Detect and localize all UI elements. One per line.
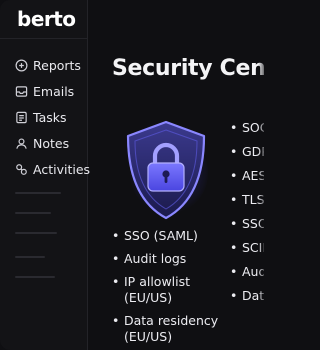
sidebar-item-label: Notes [33, 135, 70, 151]
sidebar: berto Reports Emails Tasks Notes Activit… [0, 0, 90, 350]
mail-icon [14, 84, 28, 98]
user-icon [14, 136, 28, 150]
sidebar-item-reports[interactable]: Reports [14, 52, 90, 78]
sidebar-nav: Reports Emails Tasks Notes Activities [14, 52, 90, 182]
list-item: SSO (SAML) [112, 228, 224, 244]
sidebar-item-tasks[interactable]: Tasks [14, 104, 90, 130]
access-features-list: SSO (SAML) Audit logs IP allowlist (EU/U… [112, 228, 224, 350]
app-window: berto Reports Emails Tasks Notes Activit… [0, 0, 264, 350]
sidebar-item-notes[interactable]: Notes [14, 130, 90, 156]
edge-fade [258, 0, 264, 350]
skeleton-line [15, 212, 51, 214]
sidebar-item-label: Activities [33, 161, 91, 177]
activities-icon [14, 162, 28, 176]
list-item: Data residency (EU/US) [112, 313, 224, 345]
sidebar-divider [0, 38, 88, 39]
main-content: Security Center [88, 0, 264, 350]
list-item: IP allowlist (EU/US) [112, 274, 224, 306]
sidebar-item-label: Emails [33, 83, 75, 99]
sidebar-item-emails[interactable]: Emails [14, 78, 90, 104]
sidebar-item-label: Reports [33, 57, 81, 73]
page-title: Security Center [112, 56, 264, 81]
sidebar-item-activities[interactable]: Activities [14, 156, 90, 182]
list-item: Audit logs [112, 251, 224, 267]
tasks-icon [14, 110, 28, 124]
app-logo: berto [17, 7, 76, 31]
skeleton-line [15, 256, 45, 258]
skeleton-line [15, 232, 57, 234]
security-illustration [120, 118, 212, 222]
skeleton-line [15, 276, 55, 278]
skeleton-line [15, 192, 61, 194]
sidebar-item-label: Tasks [33, 109, 67, 125]
reports-icon [14, 58, 28, 72]
shield-lock-icon [126, 120, 206, 220]
